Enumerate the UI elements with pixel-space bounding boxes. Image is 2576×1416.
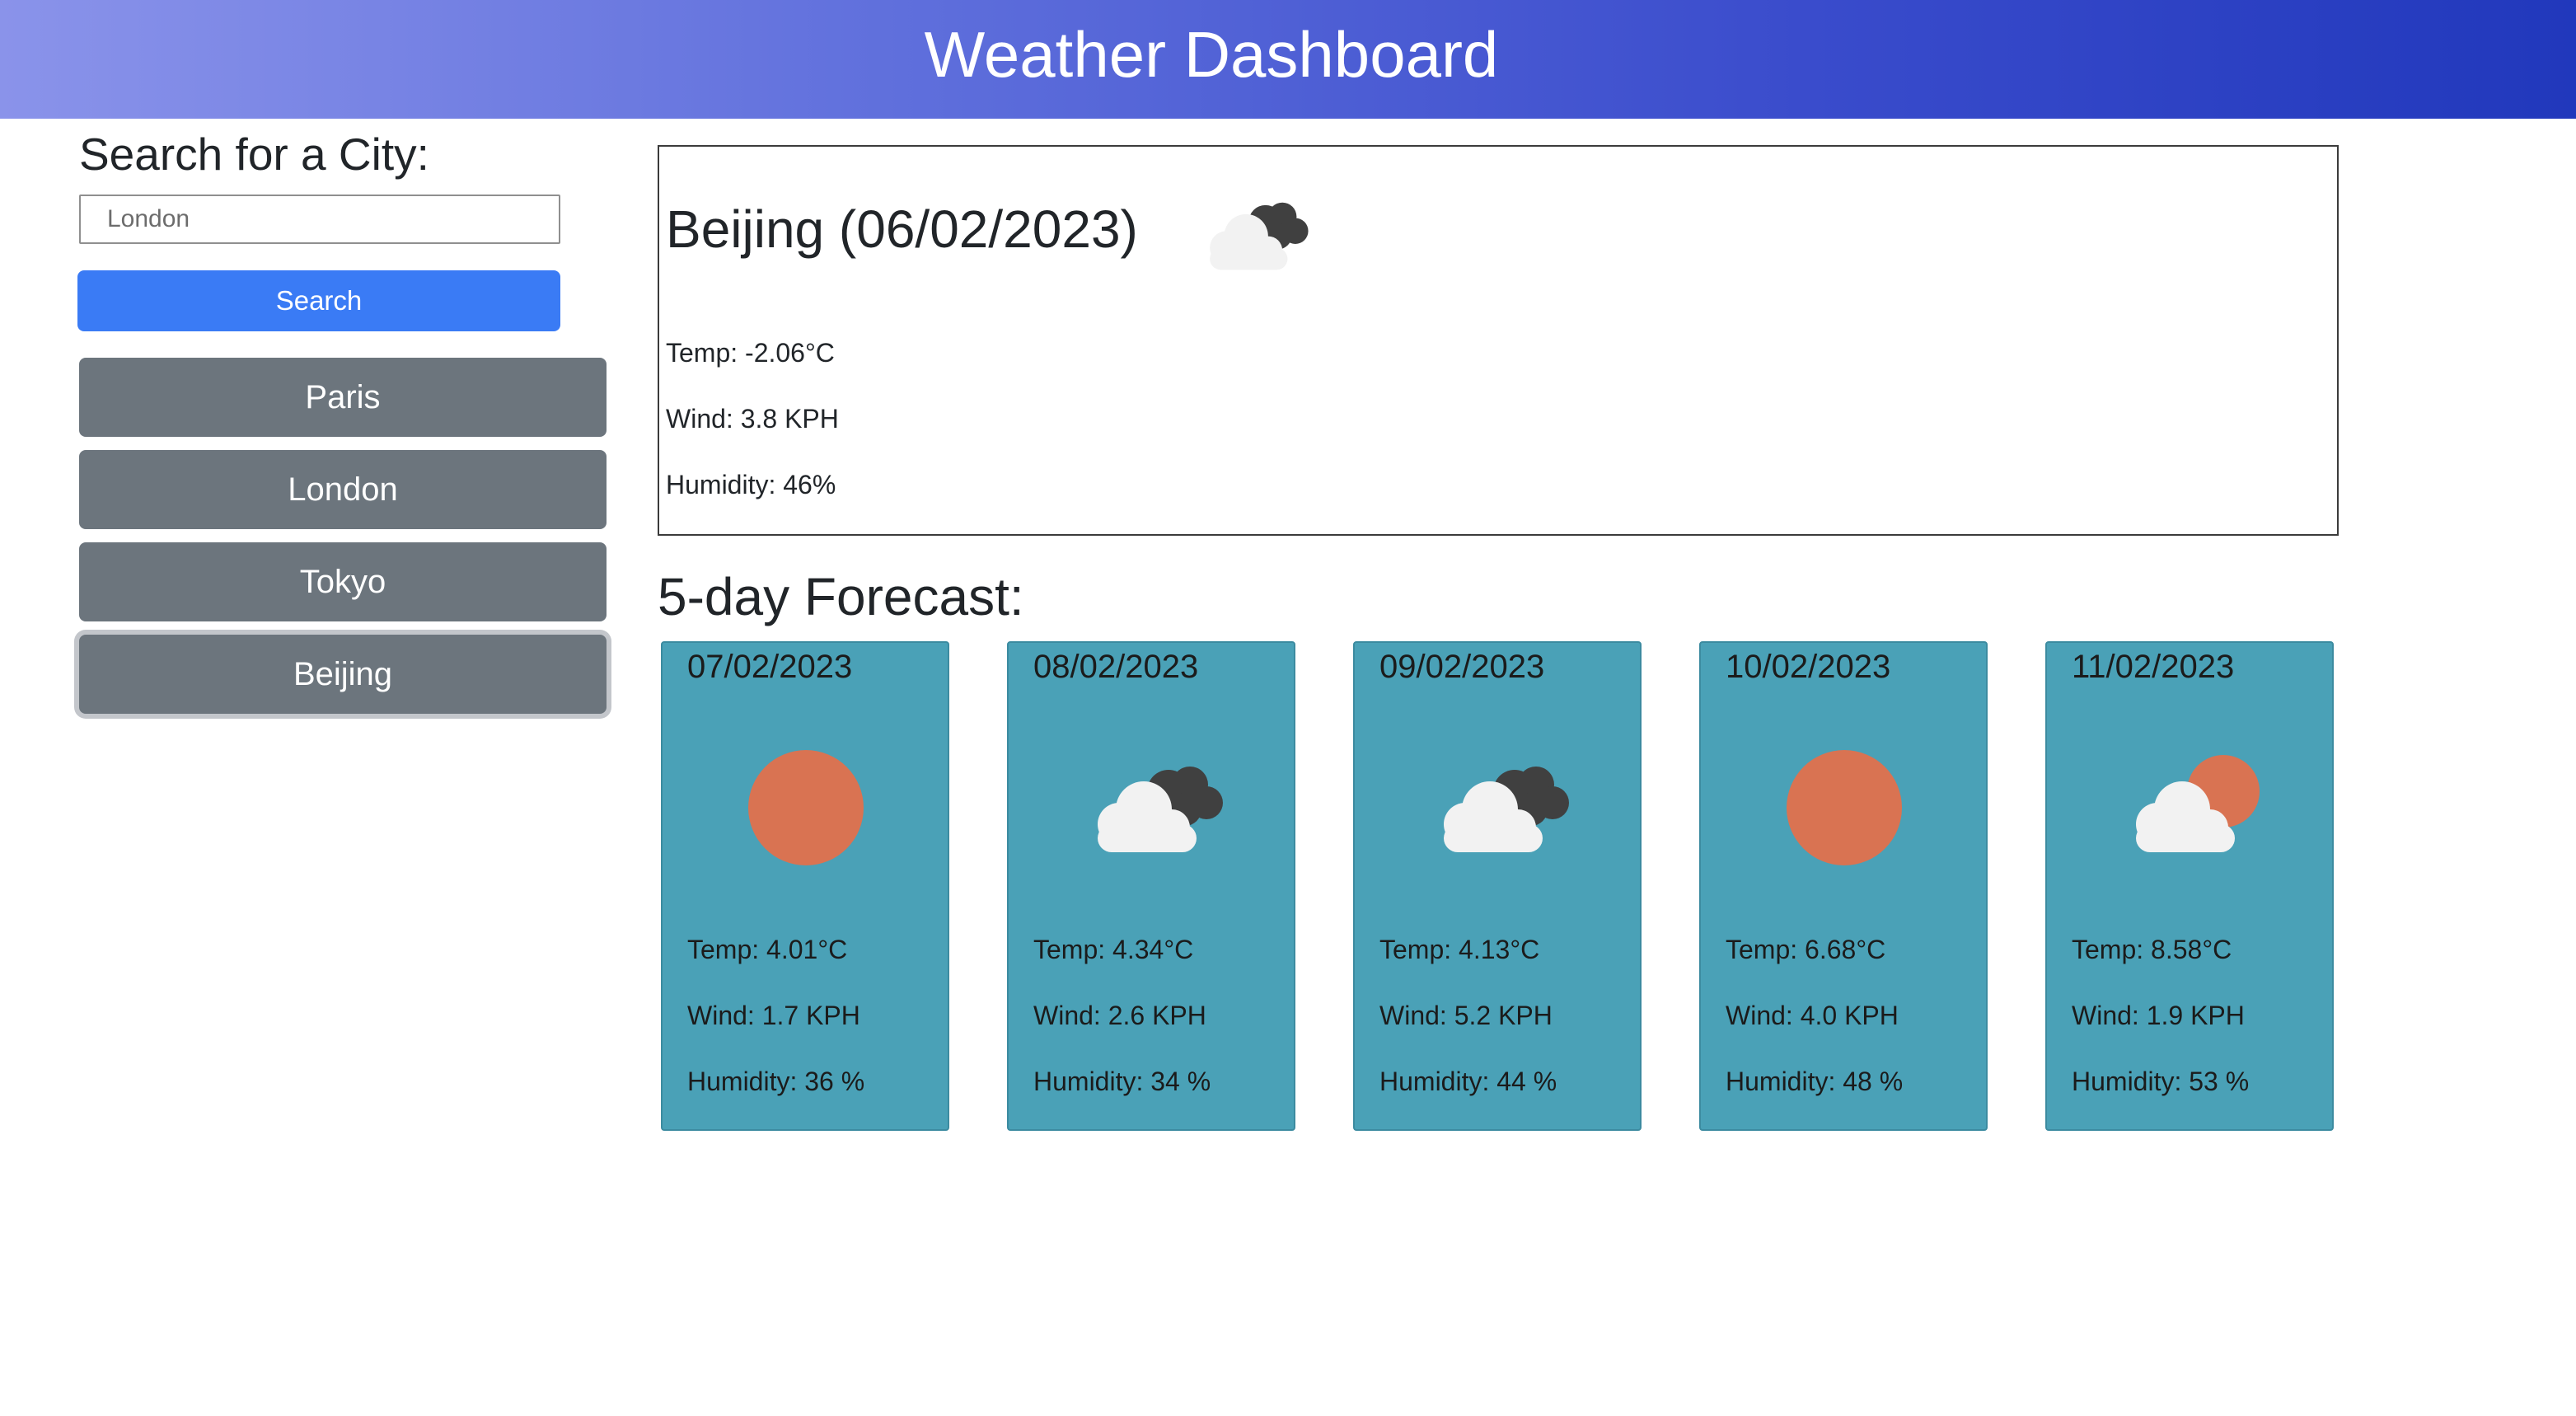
forecast-wind: Wind: 1.9 KPH — [2072, 1001, 2245, 1030]
current-temp: Temp: -2.06°C — [666, 338, 835, 368]
forecast-temp: Temp: 8.58°C — [2072, 935, 2232, 964]
page-title: Weather Dashboard — [924, 18, 1499, 91]
cloudy-icon — [1416, 750, 1581, 870]
history-button-tokyo[interactable]: Tokyo — [79, 542, 607, 621]
city-search-input[interactable] — [79, 195, 560, 244]
forecast-humidity: Humidity: 48 % — [1726, 1067, 1904, 1096]
forecast-date: 08/02/2023 — [1033, 649, 1199, 685]
forecast-card: 07/02/2023 Temp: 4.01°C Wind: 1.7 KPH Hu… — [661, 641, 949, 1131]
sun-icon — [1762, 750, 1927, 870]
forecast-humidity: Humidity: 36 % — [687, 1067, 865, 1096]
forecast-card: 09/02/2023 Temp: 4.13°C Wind: 5.2 KPH Hu… — [1353, 641, 1642, 1131]
cloudy-icon — [1187, 190, 1318, 284]
forecast-card: 08/02/2023 Temp: 4.34°C Wind: 2.6 KPH Hu… — [1007, 641, 1295, 1131]
current-weather-panel: Beijing (06/02/2023) Temp: -2.06°C Wind:… — [658, 145, 2339, 536]
forecast-date: 11/02/2023 — [2072, 649, 2235, 685]
forecast-card: 11/02/2023 Temp: 8.58°C Wind: 1.9 KPH Hu… — [2045, 641, 2334, 1131]
current-humidity: Humidity: 46% — [666, 470, 836, 499]
forecast-wind: Wind: 4.0 KPH — [1726, 1001, 1899, 1030]
forecast-date: 07/02/2023 — [687, 649, 853, 685]
sun-icon — [724, 750, 888, 870]
forecast-temp: Temp: 4.34°C — [1033, 935, 1194, 964]
forecast-title: 5-day Forecast: — [658, 567, 1024, 626]
search-title: Search for a City: — [79, 129, 429, 180]
partly-cloudy-icon — [2108, 750, 2273, 870]
history-button-paris[interactable]: Paris — [79, 358, 607, 437]
history-button-london[interactable]: London — [79, 450, 607, 529]
current-city-title: Beijing (06/02/2023) — [666, 199, 1138, 259]
history-button-beijing[interactable]: Beijing — [79, 635, 607, 714]
forecast-date: 09/02/2023 — [1379, 649, 1545, 685]
forecast-wind: Wind: 1.7 KPH — [687, 1001, 860, 1030]
page-header: Weather Dashboard — [0, 0, 2576, 119]
cloudy-icon — [1070, 750, 1234, 870]
forecast-humidity: Humidity: 44 % — [1379, 1067, 1557, 1096]
forecast-wind: Wind: 5.2 KPH — [1379, 1001, 1553, 1030]
forecast-humidity: Humidity: 34 % — [1033, 1067, 1211, 1096]
forecast-card: 10/02/2023 Temp: 6.68°C Wind: 4.0 KPH Hu… — [1699, 641, 1988, 1131]
forecast-temp: Temp: 4.13°C — [1379, 935, 1540, 964]
forecast-date: 10/02/2023 — [1726, 649, 1891, 685]
forecast-temp: Temp: 4.01°C — [687, 935, 848, 964]
forecast-wind: Wind: 2.6 KPH — [1033, 1001, 1206, 1030]
forecast-humidity: Humidity: 53 % — [2072, 1067, 2250, 1096]
search-button[interactable]: Search — [77, 270, 560, 331]
current-wind: Wind: 3.8 KPH — [666, 404, 839, 434]
forecast-temp: Temp: 6.68°C — [1726, 935, 1886, 964]
